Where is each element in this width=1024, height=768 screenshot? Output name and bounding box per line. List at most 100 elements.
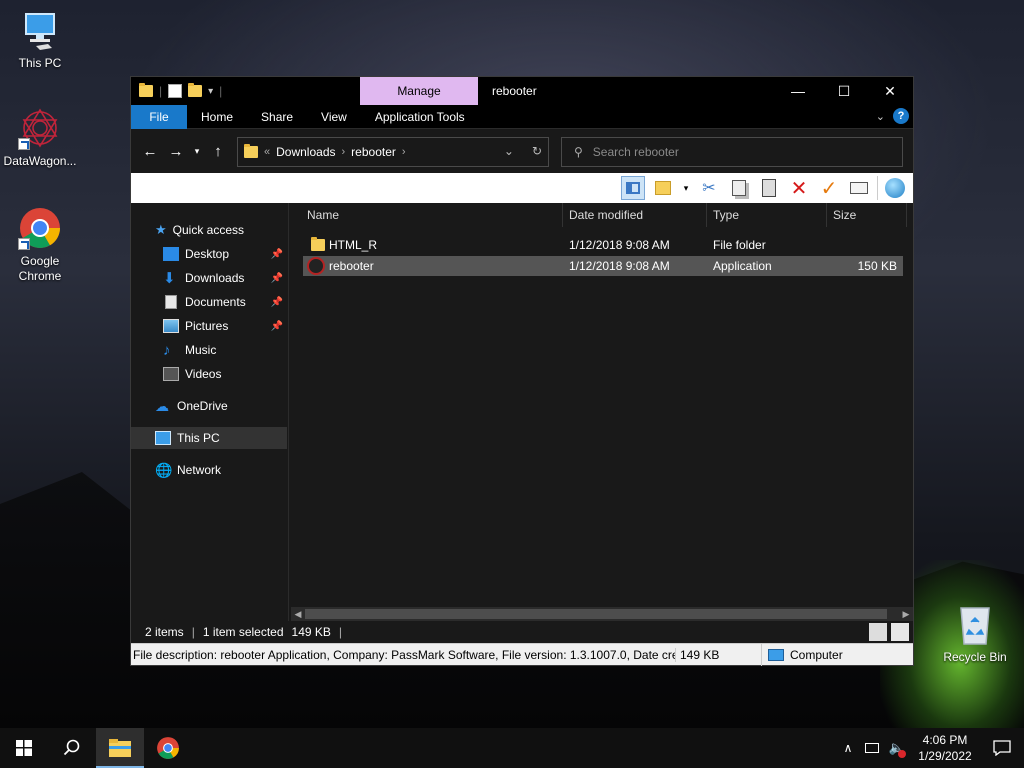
nav-item-documents[interactable]: Documents 📌 bbox=[131, 291, 287, 313]
download-arrow-icon: ⬇ bbox=[163, 270, 176, 287]
nav-item-downloads[interactable]: ⬇ Downloads 📌 bbox=[131, 267, 287, 289]
volume-muted-icon[interactable]: 🔈 bbox=[884, 728, 910, 768]
recent-locations-chevron-icon[interactable]: ▾ bbox=[189, 138, 205, 164]
nav-onedrive[interactable]: ☁ OneDrive bbox=[131, 395, 287, 417]
taskbar: ∧ 🔈 4:06 PM 1/29/2022 bbox=[0, 728, 1024, 768]
search-icon bbox=[63, 739, 80, 756]
properties-icon[interactable] bbox=[168, 84, 183, 98]
breadcrumb-rebooter[interactable]: rebooter bbox=[351, 145, 396, 159]
quick-access-toolbar: | ▾ | bbox=[131, 77, 222, 105]
customize-qat-icon[interactable]: ▾ bbox=[208, 86, 213, 97]
pin-icon[interactable]: 📌 bbox=[271, 249, 283, 260]
new-folder-icon[interactable] bbox=[188, 83, 203, 97]
taskbar-chrome[interactable] bbox=[144, 728, 192, 768]
status-separator: | bbox=[338, 625, 343, 639]
details-view-icon[interactable] bbox=[869, 623, 887, 641]
monitor-icon bbox=[18, 8, 62, 52]
table-row[interactable]: rebooter 1/12/2018 9:08 AM Application 1… bbox=[303, 256, 903, 276]
address-dropdown-icon[interactable]: ⌄ bbox=[504, 144, 514, 158]
search-button[interactable] bbox=[48, 728, 96, 768]
pin-icon[interactable]: 📌 bbox=[271, 297, 283, 308]
tab-share[interactable]: Share bbox=[247, 105, 307, 129]
nav-label: Desktop bbox=[185, 247, 230, 261]
recycle-bin-icon bbox=[953, 602, 997, 646]
delete-icon[interactable]: ✕ bbox=[787, 176, 811, 200]
overflow-chevron-icon[interactable]: « bbox=[264, 146, 270, 158]
tab-home[interactable]: Home bbox=[187, 105, 247, 129]
tab-view[interactable]: View bbox=[307, 105, 361, 129]
rebooter-app-icon bbox=[307, 257, 325, 275]
title-bar: | ▾ | Manage rebooter — ☐ ✕ bbox=[131, 77, 913, 105]
chrome-icon bbox=[18, 206, 62, 250]
large-icons-view-icon[interactable] bbox=[891, 623, 909, 641]
start-button[interactable] bbox=[0, 728, 48, 768]
minimize-button[interactable]: — bbox=[775, 77, 821, 105]
pin-icon[interactable]: 📌 bbox=[271, 273, 283, 284]
pin-icon[interactable]: 📌 bbox=[271, 321, 283, 332]
tab-manage[interactable]: Manage bbox=[360, 77, 478, 105]
maximize-button[interactable]: ☐ bbox=[821, 77, 867, 105]
table-row[interactable]: HTML_R 1/12/2018 9:08 AM File folder bbox=[303, 235, 903, 255]
horizontal-scrollbar[interactable]: ◀ ▶ bbox=[291, 607, 913, 621]
file-explorer-icon bbox=[109, 739, 131, 757]
address-bar-row: ← → ▾ ↑ « Downloads › rebooter › ⌄ ↻ ⚲ bbox=[131, 129, 913, 173]
up-arrow-icon[interactable]: ↑ bbox=[205, 138, 231, 164]
column-label: Date modified bbox=[569, 208, 644, 222]
forward-arrow-icon[interactable]: → bbox=[163, 138, 189, 164]
nav-item-pictures[interactable]: Pictures 📌 bbox=[131, 315, 287, 337]
help-icon[interactable]: ? bbox=[893, 108, 909, 124]
desktop-icon-this-pc[interactable]: This PC bbox=[0, 8, 80, 71]
breadcrumb-separator[interactable]: › bbox=[342, 146, 346, 158]
view-menu-icon[interactable] bbox=[651, 176, 675, 200]
globe-icon[interactable] bbox=[877, 176, 907, 200]
nav-item-videos[interactable]: Videos bbox=[131, 363, 287, 385]
folder-icon bbox=[311, 237, 325, 251]
preview-pane-icon[interactable] bbox=[621, 176, 645, 200]
nav-label: Music bbox=[185, 343, 217, 357]
chrome-icon bbox=[157, 737, 179, 759]
breadcrumb-separator[interactable]: › bbox=[402, 146, 406, 158]
network-status-icon[interactable] bbox=[860, 728, 884, 768]
taskbar-clock[interactable]: 4:06 PM 1/29/2022 bbox=[910, 732, 980, 764]
desktop-icon-recycle-bin[interactable]: Recycle Bin bbox=[935, 602, 1015, 665]
nav-network[interactable]: 🌐 Network bbox=[131, 459, 287, 481]
tab-file[interactable]: File bbox=[131, 104, 187, 129]
scroll-left-icon[interactable]: ◀ bbox=[291, 607, 305, 621]
search-box[interactable]: ⚲ bbox=[561, 137, 903, 167]
close-button[interactable]: ✕ bbox=[867, 77, 913, 105]
expand-ribbon-icon[interactable]: ⌄ bbox=[876, 110, 885, 123]
column-label: Size bbox=[833, 208, 857, 222]
nav-item-music[interactable]: ♪ Music bbox=[131, 339, 287, 361]
music-note-icon: ♪ bbox=[163, 341, 171, 359]
search-input[interactable] bbox=[592, 145, 873, 159]
nav-this-pc[interactable]: This PC bbox=[131, 427, 287, 449]
view-dropdown-icon[interactable]: ▾ bbox=[681, 176, 691, 200]
folder-icon bbox=[244, 144, 258, 158]
cut-icon[interactable]: ✂ bbox=[697, 176, 721, 200]
rename-icon[interactable] bbox=[847, 176, 871, 200]
paste-icon[interactable] bbox=[757, 176, 781, 200]
notification-center-icon[interactable] bbox=[980, 728, 1024, 768]
column-header-size[interactable]: Size bbox=[827, 203, 907, 227]
scrollbar-thumb[interactable] bbox=[305, 609, 887, 619]
back-arrow-icon[interactable]: ← bbox=[137, 138, 163, 164]
show-hidden-icons-icon[interactable]: ∧ bbox=[836, 728, 860, 768]
nav-quick-access[interactable]: ★ Quick access bbox=[131, 219, 287, 241]
desktop-icon-datawagon[interactable]: DataWagon... bbox=[0, 106, 80, 169]
taskbar-file-explorer[interactable] bbox=[96, 728, 144, 768]
monitor-icon bbox=[155, 431, 171, 445]
tab-application-tools[interactable]: Application Tools bbox=[361, 105, 479, 129]
breadcrumb-downloads[interactable]: Downloads bbox=[276, 145, 335, 159]
nav-item-desktop[interactable]: Desktop 📌 bbox=[131, 243, 287, 265]
column-header-type[interactable]: Type bbox=[707, 203, 827, 227]
checkmark-icon[interactable]: ✓ bbox=[817, 176, 841, 200]
column-header-date-modified[interactable]: Date modified bbox=[563, 203, 707, 227]
copy-icon[interactable] bbox=[727, 176, 751, 200]
info-location: Computer bbox=[761, 643, 843, 666]
refresh-icon[interactable]: ↻ bbox=[532, 144, 542, 158]
qat-separator: | bbox=[159, 84, 163, 98]
desktop-icon-chrome[interactable]: Google Chrome bbox=[0, 206, 80, 284]
address-bar[interactable]: « Downloads › rebooter › ⌄ ↻ bbox=[237, 137, 549, 167]
column-header-name[interactable]: Name bbox=[301, 203, 563, 227]
scroll-right-icon[interactable]: ▶ bbox=[899, 607, 913, 621]
